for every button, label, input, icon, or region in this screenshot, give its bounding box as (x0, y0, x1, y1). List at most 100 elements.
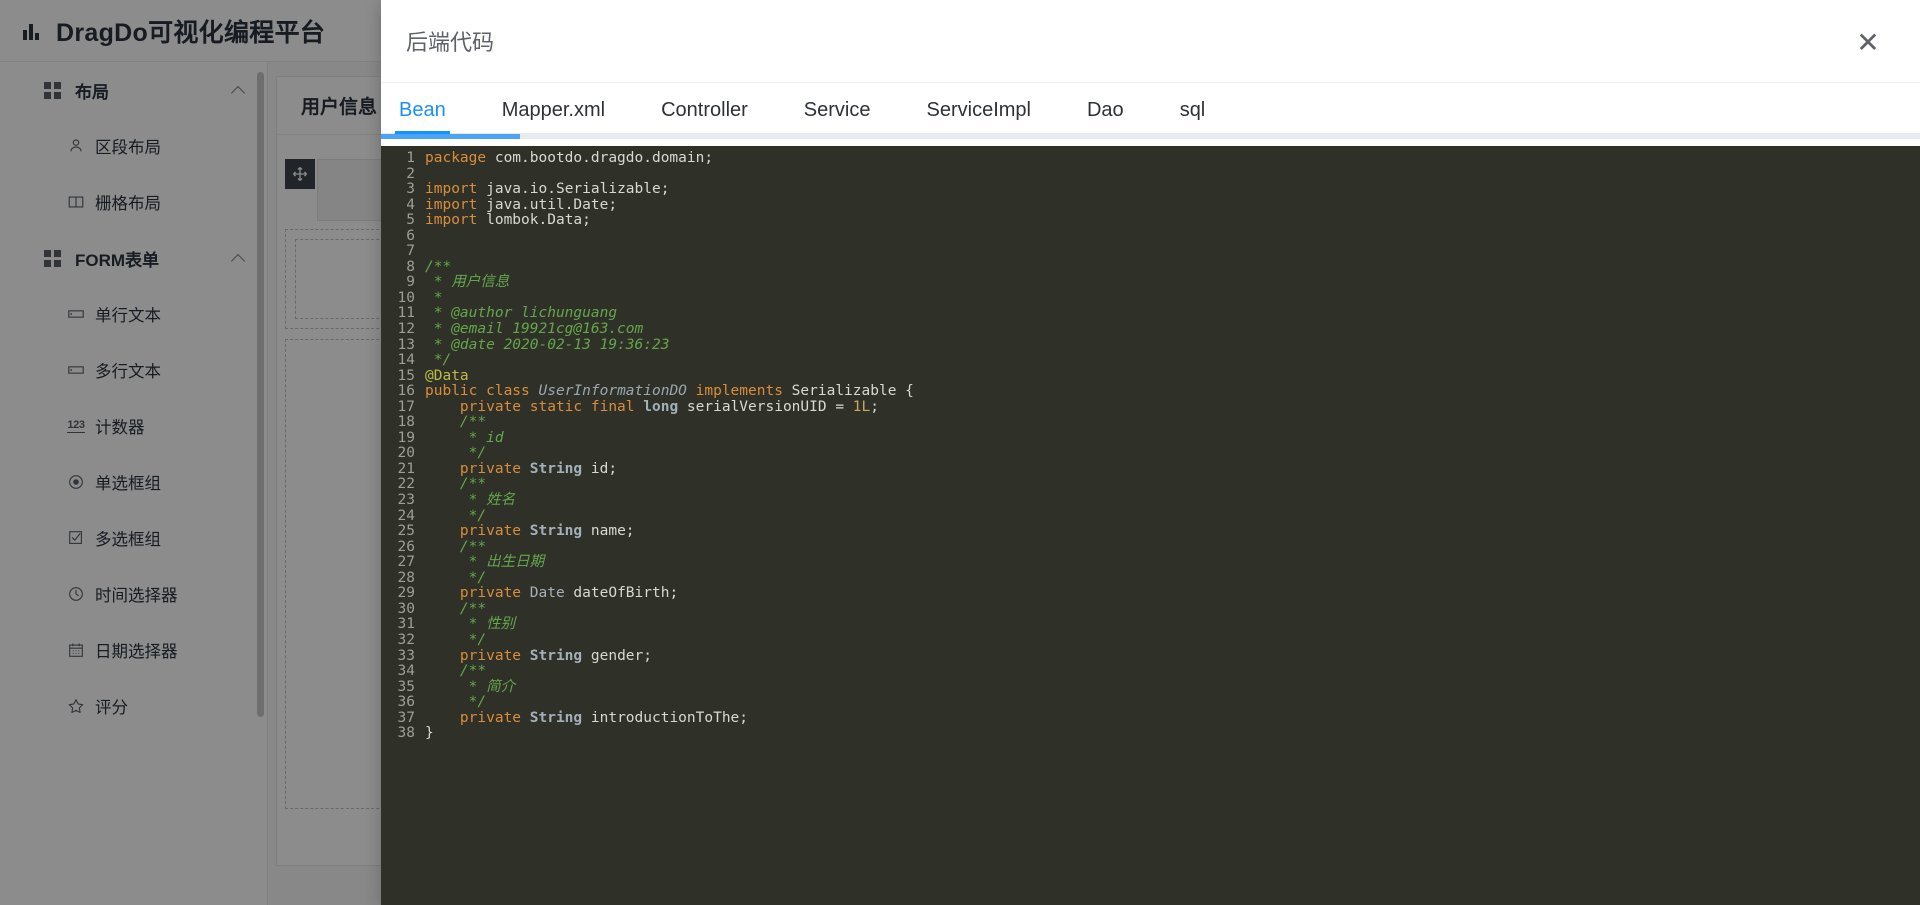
code-line: 31 * 性别 (381, 617, 1920, 633)
tab-serviceimpl[interactable]: ServiceImpl (927, 99, 1031, 133)
close-icon[interactable]: ✕ (1852, 27, 1884, 59)
line-content: /** (425, 258, 452, 275)
line-number: 5 (406, 212, 415, 229)
code-line: 38} (381, 725, 1920, 742)
line-number: 25 (397, 523, 415, 540)
line-content: private static final long serialVersionU… (459, 398, 879, 415)
code-viewer[interactable]: 1 package com.bootdo.dragdo.domain; 2 3 impo… (381, 134, 1920, 905)
line-number: 4 (406, 196, 415, 213)
code-line: 9 * 用户信息 (381, 275, 1920, 291)
line-number: 37 (397, 709, 415, 726)
line-number: 20 (397, 445, 415, 462)
code-line: 36 */ (381, 694, 1920, 711)
line-content: * 用户信息 (425, 274, 510, 291)
code-line: 8 /** (381, 258, 1920, 276)
line-content: */ (425, 694, 487, 711)
line-content: */ (425, 352, 452, 369)
code-line: 25 private String name; (381, 523, 1920, 540)
line-number: 31 (397, 616, 415, 633)
code-line: 21 private String id; (381, 460, 1920, 478)
line-content: /** (425, 476, 487, 493)
line-number: 33 (397, 647, 415, 664)
code-line: 1 package com.bootdo.dragdo.domain; (381, 150, 1920, 167)
code-line: 35 * 简介 (381, 678, 1920, 696)
code-line: 37 private String introductionToThe; (381, 709, 1920, 727)
code-line: 6 (381, 227, 1920, 245)
line-number: 34 (397, 663, 415, 680)
line-content: */ (425, 631, 487, 648)
line-number: 19 (397, 429, 415, 446)
line-content: * 简介 (425, 678, 516, 695)
line-content: @Data (425, 367, 469, 384)
line-number: 38 (397, 725, 415, 742)
line-content: /** (425, 600, 487, 617)
line-number: 36 (397, 694, 415, 711)
code-tabs[interactable]: Bean Mapper.xml Controller Service ServiceIm… (381, 83, 1920, 134)
line-content: /** (425, 663, 487, 680)
code-line: 15 @Data (381, 367, 1920, 385)
tab-sql[interactable]: sql (1180, 99, 1206, 133)
code-line: 16 public class UserInformationDO impleme… (381, 383, 1920, 400)
code-line: 3 import java.io.Serializable; (381, 181, 1920, 198)
line-content: * 性别 (425, 616, 516, 633)
code-line: 17 private static final long serialVersi… (381, 398, 1920, 416)
line-content: * id (425, 429, 504, 446)
line-number: 8 (406, 258, 415, 275)
code-line: 24 */ (381, 507, 1920, 525)
line-number: 12 (397, 321, 415, 338)
line-content: */ (425, 569, 487, 586)
line-content (425, 167, 1920, 183)
code-line: 28 */ (381, 569, 1920, 587)
code-line: 7 (381, 244, 1920, 260)
line-number: 29 (397, 585, 415, 602)
line-number: 7 (406, 243, 415, 260)
code-line: 30 /** (381, 600, 1920, 618)
line-number: 10 (397, 289, 415, 306)
line-number: 26 (397, 538, 415, 555)
code-line: 33 private String gender; (381, 647, 1920, 665)
line-number: 27 (397, 554, 415, 571)
line-content: public class UserInformationDO implement… (425, 383, 914, 400)
line-content: /** (425, 414, 487, 431)
line-number: 13 (397, 336, 415, 353)
code-line: 20 */ (381, 446, 1920, 462)
line-number: 15 (397, 367, 415, 384)
line-content: * 姓名 (425, 492, 516, 509)
code-line: 12 * @email 19921cg@163.com (381, 321, 1920, 338)
line-number: 21 (397, 460, 415, 477)
line-content: * 出生日期 (425, 554, 545, 571)
code-line: 18 /** (381, 415, 1920, 431)
tab-mapper-xml[interactable]: Mapper.xml (502, 99, 605, 133)
code-line: 5 import lombok.Data; (381, 212, 1920, 229)
code-line: 29 private Date dateOfBirth; (381, 586, 1920, 602)
line-content: private Date dateOfBirth; (459, 585, 679, 602)
line-content: package com.bootdo.dragdo.domain; (425, 150, 714, 166)
tab-bean[interactable]: Bean (395, 99, 450, 134)
code-line: 2 (381, 165, 1920, 183)
code-line: 11 * @author lichunguang (381, 306, 1920, 322)
line-number: 6 (406, 227, 415, 244)
code-editor-surface[interactable]: 1 package com.bootdo.dragdo.domain; 2 3 impo… (381, 146, 1920, 905)
line-content: private String id; (459, 460, 618, 477)
tab-service[interactable]: Service (804, 99, 871, 133)
line-content: */ (425, 507, 487, 524)
line-content (425, 229, 1920, 245)
dialog-title: 后端代码 (406, 30, 495, 55)
line-number: 2 (406, 165, 415, 182)
backend-code-dialog: 后端代码 ✕ Bean Mapper.xml Controller Service Se… (381, 0, 1920, 905)
code-line: 27 * 出生日期 (381, 554, 1920, 571)
code-line: 22 /** (381, 477, 1920, 493)
line-content: import lombok.Data; (425, 212, 591, 229)
line-content: /** (425, 538, 487, 555)
code-line: 10 * (381, 289, 1920, 307)
line-number: 24 (397, 507, 415, 524)
tab-controller[interactable]: Controller (661, 99, 748, 133)
line-content: * @author lichunguang (425, 305, 618, 322)
dialog-header: 后端代码 ✕ (381, 0, 1920, 83)
line-content: private String gender; (459, 647, 652, 664)
line-content: * @email 19921cg@163.com (425, 321, 644, 338)
line-content: * @date 2020-02-13 19:36:23 (425, 336, 670, 353)
code-line: 34 /** (381, 663, 1920, 680)
tab-dao[interactable]: Dao (1087, 99, 1124, 133)
line-number: 17 (397, 398, 415, 415)
